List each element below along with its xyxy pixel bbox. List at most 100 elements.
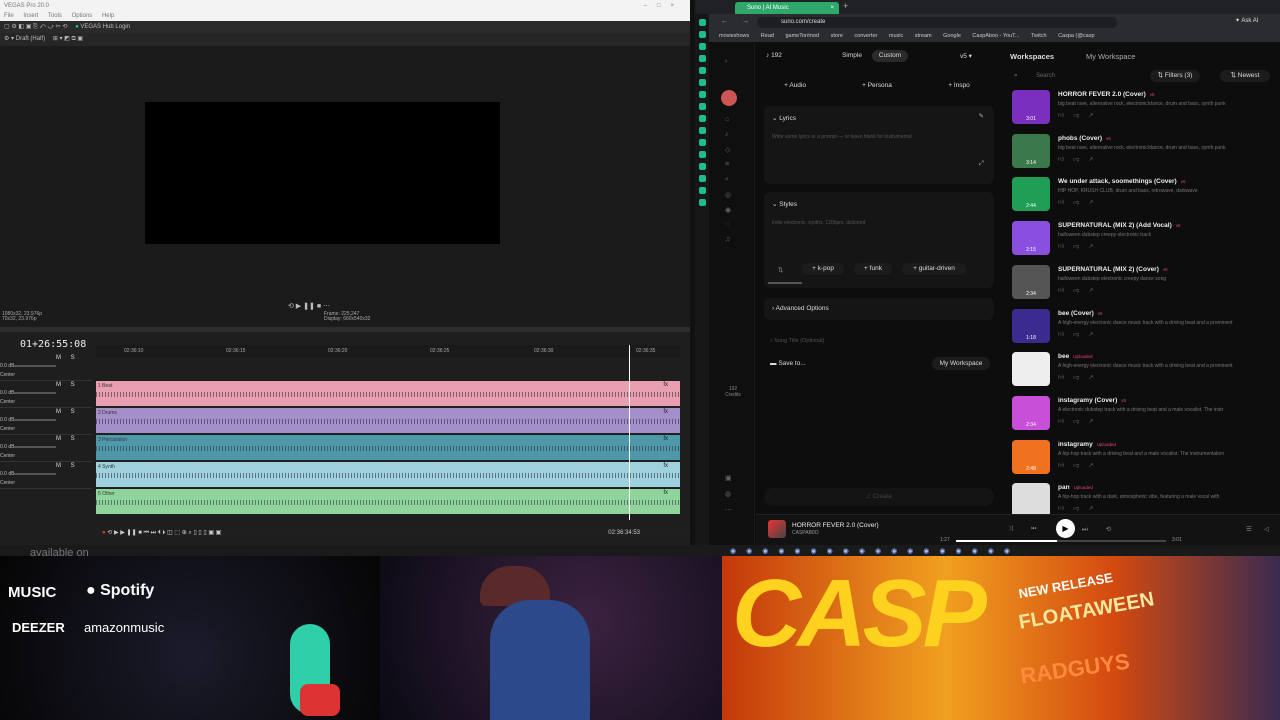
volume-slider[interactable]: [14, 446, 56, 448]
bookmark-item[interactable]: converter: [854, 33, 877, 39]
track-header[interactable]: M S 0.0 dB Center: [0, 355, 92, 381]
volume-slider[interactable]: [14, 419, 56, 421]
new-tab-button[interactable]: +: [843, 1, 848, 11]
preview-settings-icon[interactable]: ⚙ ▾: [4, 36, 16, 42]
bookmark-item[interactable]: Caspa (@casp: [1058, 33, 1094, 39]
panel-splitter[interactable]: [0, 327, 690, 332]
song-item[interactable]: 3:01 HORROR FEVER 2.0 (Cover) v5 big beat r…: [1012, 90, 1280, 130]
mute-solo[interactable]: M S: [56, 436, 79, 442]
song-title-input[interactable]: ♪ Song Title (Optional): [770, 338, 824, 344]
styles-header[interactable]: ⌄ Styles: [772, 200, 797, 208]
bookmark-item[interactable]: Read: [761, 33, 774, 39]
bookmark-item[interactable]: CaspAboo - YouT...: [972, 33, 1019, 39]
track-fx-icon[interactable]: fx: [663, 463, 668, 469]
song-actions[interactable]: 👍︎👎︎↗: [1058, 155, 1102, 163]
song-item[interactable]: 2:48 instagramy Uploaded A hip-hop track wi…: [1012, 439, 1280, 480]
preview-tools[interactable]: ⊞ ▾ ◩ ⧉ ▣: [53, 36, 83, 42]
extension-icon[interactable]: [698, 151, 706, 158]
song-item[interactable]: 1:18 bee (Cover) v5 A high-energy electroni…: [1012, 308, 1280, 349]
transport-buttons[interactable]: ⟲ ▶ ▶ ❚❚ ■ ⏮ ⏭ ⏴ ⏵: [107, 530, 167, 536]
hub-login-link[interactable]: VEGAS Hub Login: [80, 24, 130, 30]
explore-icon[interactable]: ◇: [725, 146, 733, 154]
style-tag[interactable]: + funk: [854, 263, 892, 275]
song-title-row[interactable]: We under attack, soomethings (Cover) v5: [1058, 178, 1185, 185]
mute-solo[interactable]: M S: [56, 355, 79, 361]
extension-icon[interactable]: [698, 91, 706, 98]
bookmark-item[interactable]: Twitch: [1031, 33, 1047, 39]
preview-transport[interactable]: ⟲ ▶ ❚❚ ■ ⋯: [288, 302, 330, 310]
volume-icon[interactable]: ◁: [1264, 525, 1269, 533]
extension-icon[interactable]: [698, 19, 706, 26]
lyrics-header[interactable]: ⌄ Lyrics: [772, 114, 796, 122]
song-title-row[interactable]: SUPERNATURAL (MIX 2) (Add Vocal) v5: [1058, 222, 1181, 229]
track-header[interactable]: M S 0.0 dB Center: [0, 382, 92, 408]
extension-icon[interactable]: [698, 199, 706, 206]
extension-icon[interactable]: [698, 79, 706, 86]
song-actions[interactable]: 👍︎👎︎↗: [1058, 242, 1102, 250]
song-title-row[interactable]: instagramy Uploaded: [1058, 441, 1116, 448]
menu-tools[interactable]: Tools: [48, 13, 62, 19]
style-tag[interactable]: + guitar-driven: [902, 263, 966, 275]
audio-track-lane[interactable]: 3 Percussion fx: [96, 435, 680, 461]
studio-icon[interactable]: ◎: [725, 191, 733, 199]
menu-insert[interactable]: Insert: [23, 13, 38, 19]
volume-slider[interactable]: [14, 365, 56, 367]
shop-icon[interactable]: ▣: [725, 474, 733, 482]
song-title-row[interactable]: HORROR FEVER 2.0 (Cover) v5: [1058, 91, 1155, 98]
mute-solo[interactable]: M S: [56, 463, 79, 469]
advanced-options[interactable]: › Advanced Options: [764, 298, 994, 320]
bookmark-item[interactable]: Google: [943, 33, 961, 39]
search-input[interactable]: Search: [1036, 73, 1055, 79]
workspace-select[interactable]: My Workspace: [932, 357, 990, 370]
create-button[interactable]: ♫ Create: [764, 488, 994, 506]
song-item[interactable]: 2:34 instagramy (Cover) v5 A electronic dub…: [1012, 395, 1280, 436]
mode-custom-tab[interactable]: Custom: [872, 50, 908, 62]
queue-icon[interactable]: ☰: [1246, 525, 1252, 533]
taskbar-icons[interactable]: ◉◉◉◉◉◉◉◉◉◉◉◉◉◉◉◉◉◉: [730, 547, 1020, 555]
timeline-ruler[interactable]: 02:36:10 02:36:15 02:36:20 02:36:25 02:3…: [96, 345, 680, 357]
song-item[interactable]: 2:44 We under attack, soomethings (Cover)…: [1012, 177, 1280, 217]
song-item[interactable]: 2:34 SUPERNATURAL (MIX 2) (Cover) v5 hallow…: [1012, 264, 1280, 305]
track-header[interactable]: M S 0.0 dB Center: [0, 436, 92, 462]
extension-icon[interactable]: [698, 163, 706, 170]
add-audio-button[interactable]: + Audio: [764, 79, 826, 93]
styles-scrollbar[interactable]: [768, 282, 802, 284]
song-actions[interactable]: 👍︎👎︎↗: [1058, 330, 1102, 338]
version-select[interactable]: v5 ▾: [960, 52, 972, 60]
lyrics-input[interactable]: Write some lyrics or a prompt — or leave…: [772, 134, 984, 140]
song-title-row[interactable]: pan Uploaded: [1058, 484, 1093, 491]
song-actions[interactable]: 👍︎👎︎↗: [1058, 373, 1102, 381]
bookmark-item[interactable]: stream: [915, 33, 932, 39]
extension-icon[interactable]: [698, 103, 706, 110]
extension-icon[interactable]: [698, 55, 706, 62]
magic-wand-icon[interactable]: ✎: [979, 112, 984, 120]
song-actions[interactable]: 👍︎👎︎↗: [1058, 461, 1102, 469]
song-actions[interactable]: 👍︎👎︎↗: [1058, 286, 1102, 294]
collapse-icon[interactable]: ›: [725, 58, 733, 66]
extension-icon[interactable]: [698, 31, 706, 38]
bookmark-item[interactable]: gameTor/mod: [785, 33, 819, 39]
playhead[interactable]: [629, 345, 630, 520]
menu-options[interactable]: Options: [72, 13, 93, 19]
mute-solo[interactable]: M S: [56, 382, 79, 388]
audio-track-lane[interactable]: 2 Drums fx: [96, 408, 680, 434]
sort-button[interactable]: ⇅ Newest: [1220, 70, 1270, 82]
style-tag[interactable]: + k-pop: [802, 263, 844, 275]
audio-track-lane[interactable]: 1 Beat fx: [96, 381, 680, 407]
hooks-icon[interactable]: ◉: [725, 206, 733, 214]
audio-track-lane[interactable]: 4 Synth fx: [96, 462, 680, 488]
record-button[interactable]: ●: [102, 530, 106, 536]
song-item[interactable]: 3:14 phobs (Cover) v5 big beat rave, altern…: [1012, 133, 1280, 174]
ask-ai-button[interactable]: ✦ Ask AI: [1235, 17, 1258, 24]
bookmark-item[interactable]: music: [889, 33, 903, 39]
shuffle-prev-icons[interactable]: ⤨ ⏮: [1008, 525, 1044, 533]
track-header[interactable]: M S 0.0 dB Center: [0, 463, 92, 489]
mute-solo[interactable]: M S: [56, 409, 79, 415]
filters-button[interactable]: ⇅ Filters (3): [1150, 70, 1200, 82]
edit-tools[interactable]: ◫ ⬚ ⊕ ⌕ ▯ ▯ ▯ ▣ ▣: [167, 530, 221, 536]
extension-icon[interactable]: [698, 139, 706, 146]
next-repeat-icons[interactable]: ⏭ ⟲: [1082, 525, 1119, 534]
volume-slider[interactable]: [14, 473, 56, 475]
more-icon[interactable]: ⋯: [725, 506, 733, 514]
song-item[interactable]: bee Uploaded A high-energy electronic danc…: [1012, 352, 1280, 392]
